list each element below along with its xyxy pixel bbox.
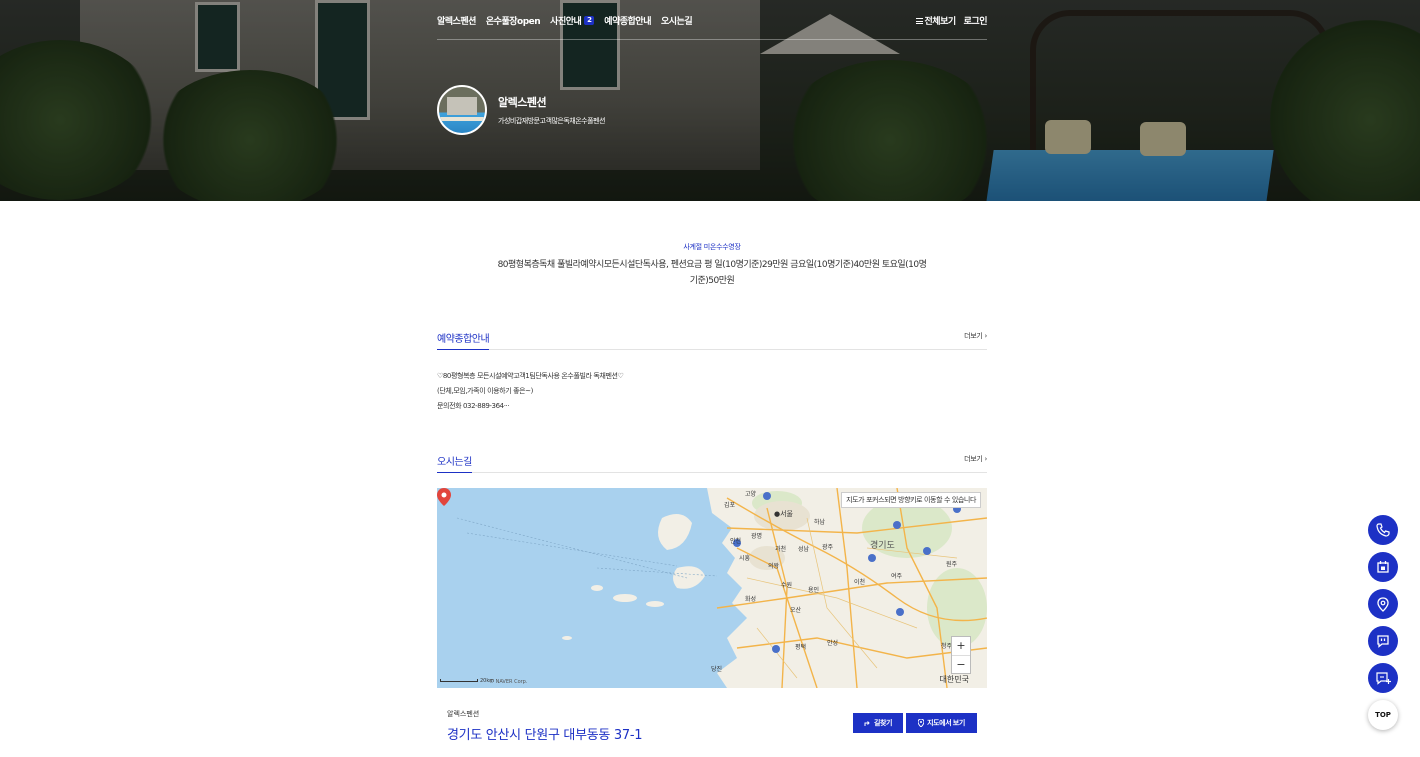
more-label: 더보기 [964, 455, 983, 463]
business-name: 알렉스펜션 [498, 96, 547, 109]
map-copyright[interactable]: © NAVER Corp. [489, 679, 527, 685]
route-arrow-icon [864, 720, 871, 727]
nav-item-label: 온수풀장open [485, 17, 541, 27]
map-zoom-control: + − [951, 636, 971, 674]
talk-talk-icon [1377, 635, 1389, 648]
chevron-right-icon: › [984, 455, 988, 463]
nav-item-label: 사진안내 [550, 17, 582, 27]
nav-badge: 2 [584, 16, 595, 25]
more-link[interactable]: 더보기 › [964, 454, 987, 464]
all-menu-button[interactable]: 전체보기 [915, 14, 957, 27]
menu-icon [915, 17, 923, 24]
map-place-label: 원주 [946, 561, 958, 568]
phone-icon [1376, 523, 1390, 537]
business-profile: 알렉스펜션 가성비갑재방문고객많은독채온수풀펜션 [437, 85, 605, 135]
avatar[interactable] [437, 85, 487, 135]
intro-label: 사계절 미온수수영장 [683, 243, 741, 251]
calendar-icon [1377, 561, 1389, 573]
nav-item-label: 알렉스펜션 [437, 17, 476, 27]
map-place-label: 안성 [827, 640, 839, 647]
route-button-label: 길찾기 [873, 720, 893, 727]
map-place-label: 광주 [822, 544, 834, 551]
address-value: 경기도 안산시 단원구 대부동동 37-1 [447, 728, 643, 743]
map-place-label: 의왕 [768, 563, 780, 570]
login-link[interactable]: 로그인 [964, 14, 988, 27]
map-place-label: 인천 [730, 538, 742, 545]
nav-item-label: 예약종합안내 [604, 17, 651, 27]
zoom-out-button[interactable]: − [952, 655, 970, 673]
reservation-section-header: 예약종합안내 더보기 › [437, 330, 987, 350]
business-description: 가성비갑재방문고객많은독채온수풀펜션 [498, 117, 605, 125]
map-canvas [456, 488, 987, 688]
map-country-label: 대한민국 [939, 675, 969, 684]
more-link[interactable]: 더보기 › [964, 331, 987, 341]
notice-line: (단체,모임,가족이 이용하기 좋은~) [437, 387, 533, 395]
call-button[interactable] [1368, 515, 1398, 545]
map-place-label: 용인 [808, 587, 820, 594]
section-title: 오시는길 [437, 453, 472, 473]
map-place-label: 경기도 [870, 541, 895, 551]
reservation-button[interactable] [1368, 552, 1398, 582]
reservation-notice[interactable]: ♡80평형복층 모든시설예약고객1팀단독사용 온수풀빌라 독채펜션♡ (단체,모… [437, 369, 987, 414]
location-button[interactable] [1368, 589, 1398, 619]
review-button[interactable] [1368, 663, 1398, 693]
profile-text: 알렉스펜션 가성비갑재방문고객많은독채온수풀펜션 [498, 94, 605, 126]
directions-section-header: 오시는길 더보기 › [437, 453, 987, 473]
view-on-map-label: 지도에서 보기 [927, 720, 965, 727]
intro-text: 80평형복층독채 풀빌라예약시모든시설단독사용, 펜션요금 평 일(10명기준)… [497, 260, 927, 286]
map-pin-icon [918, 719, 925, 727]
notice-line: 문의전화 032-889-364··· [437, 402, 510, 410]
map[interactable]: 김포 고양 ●서울 하남 인천 광명 과천 성남 광주 경기도 시흥 의왕 수원… [437, 488, 987, 688]
map-place-label: 평택 [795, 644, 807, 651]
map-place-label: 고양 [745, 491, 757, 498]
scale-bar [440, 679, 478, 682]
map-place-label: 여주 [891, 573, 903, 580]
address-label: 알렉스펜션 [447, 710, 480, 718]
nav-item-pool[interactable]: 온수풀장open [485, 14, 541, 27]
address-actions: 길찾기 지도에서 보기 [853, 713, 977, 733]
map-place-label: 과천 [775, 546, 787, 553]
section-title: 예약종합안내 [437, 330, 490, 350]
map-place-label: 하남 [814, 519, 826, 526]
all-menu-label: 전체보기 [924, 17, 957, 27]
nav-item-label: 오시는길 [660, 17, 693, 27]
map-place-label: 시흥 [739, 555, 751, 562]
map-place-label: 화성 [745, 596, 757, 603]
scroll-top-button[interactable]: TOP [1368, 700, 1398, 730]
address-block: 알렉스펜션 경기도 안산시 단원구 대부동동 37-1 [447, 709, 643, 743]
map-place-label: 이천 [854, 579, 866, 586]
map-place-label: 김포 [724, 502, 736, 509]
hero-banner: 알렉스펜션 온수풀장open 사진안내 2 예약종합안내 오시는길 전체보기 로그… [0, 0, 1420, 201]
map-place-label: 성남 [798, 546, 810, 553]
nav-item-reservation[interactable]: 예약종합안내 [604, 14, 651, 27]
map-keyboard-tip: 지도가 포커스되면 방향키로 이동할 수 있습니다 [841, 492, 981, 508]
top-label: TOP [1375, 711, 1391, 719]
nav-utility: 전체보기 로그인 [915, 14, 988, 27]
view-on-map-button[interactable]: 지도에서 보기 [906, 713, 977, 733]
top-navigation: 알렉스펜션 온수풀장open 사진안내 2 예약종합안내 오시는길 전체보기 로그… [437, 0, 988, 40]
intro-section: 사계절 미온수수영장 80평형복층독채 풀빌라예약시모든시설단독사용, 펜션요금… [437, 242, 987, 289]
map-place-label: 광명 [751, 533, 763, 540]
map-place-label: ●서울 [774, 510, 793, 518]
notice-line: ♡80평형복층 모든시설예약고객1팀단독사용 온수풀빌라 독채펜션♡ [437, 372, 624, 380]
floating-quick-menu: TOP [1368, 515, 1398, 737]
nav-item-directions[interactable]: 오시는길 [660, 14, 693, 27]
nav-item-home[interactable]: 알렉스펜션 [437, 14, 476, 27]
talk-button[interactable] [1368, 626, 1398, 656]
add-chat-icon [1375, 672, 1391, 685]
map-marker-icon [1377, 596, 1389, 612]
map-place-label: 수원 [781, 582, 793, 589]
more-label: 더보기 [964, 332, 983, 340]
nav-item-photos[interactable]: 사진안내 2 [550, 14, 595, 27]
map-place-label: 오산 [790, 607, 802, 614]
zoom-in-button[interactable]: + [952, 637, 970, 655]
map-place-label: 당진 [711, 666, 723, 673]
location-pin-icon[interactable] [437, 488, 451, 506]
chevron-right-icon: › [984, 332, 988, 340]
main-menu: 알렉스펜션 온수풀장open 사진안내 2 예약종합안내 오시는길 [437, 14, 693, 27]
map-scale: 20km [440, 678, 494, 684]
route-button[interactable]: 길찾기 [853, 713, 903, 733]
